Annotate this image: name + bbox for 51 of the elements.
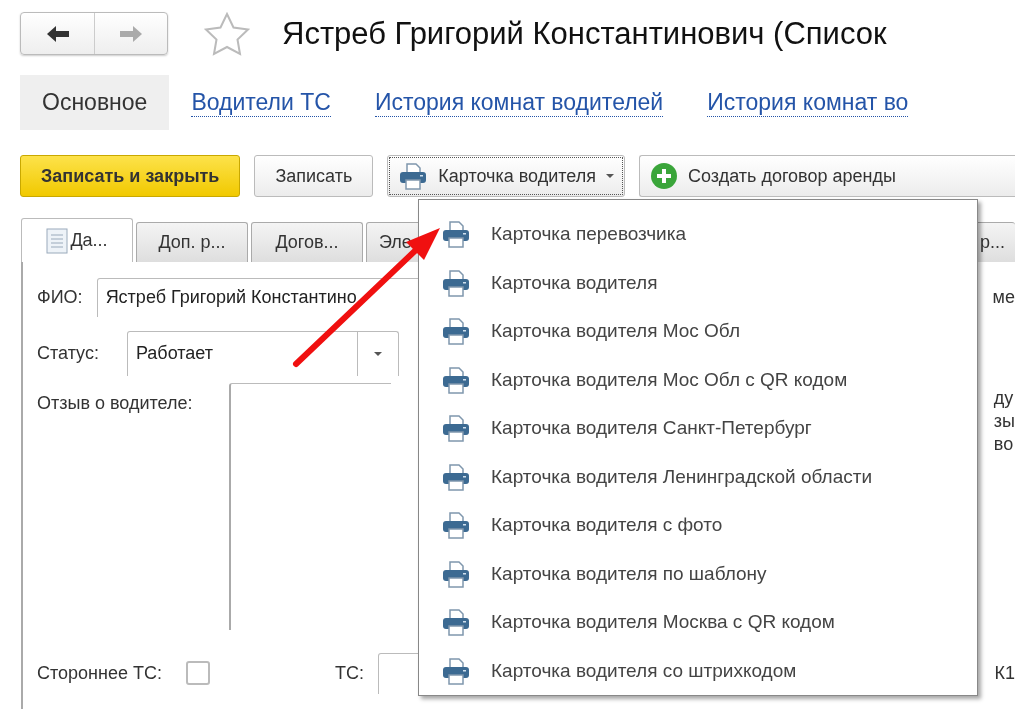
menu-item[interactable]: Карточка водителя с фото	[419, 501, 977, 550]
form-tab[interactable]: Догов...	[251, 222, 363, 262]
section-tab[interactable]: История комнат во	[685, 75, 931, 130]
printer-icon	[441, 510, 471, 541]
status-dropdown[interactable]: Работает	[126, 330, 399, 376]
document-icon	[46, 227, 69, 254]
review-textarea[interactable]	[228, 383, 391, 630]
cut-text: ду	[993, 387, 1015, 410]
printer-icon	[441, 413, 471, 444]
forward-arrow-icon	[119, 24, 143, 43]
menu-item[interactable]: Карточка водителя по шаблону	[419, 549, 977, 598]
checkbox[interactable]	[186, 661, 210, 685]
form-tab[interactable]: р...	[975, 222, 1015, 262]
cut-text: К1	[994, 662, 1015, 684]
toolbar-button[interactable]: Записать и закрыть	[20, 155, 241, 197]
field-label: ТС:	[335, 662, 364, 684]
printer-icon	[441, 219, 471, 250]
cut-text: во	[993, 433, 1015, 456]
caret-icon	[373, 351, 382, 356]
form-tab[interactable]: Да...	[21, 218, 133, 262]
menu-item[interactable]: Карточка водителя со штрихкодом	[419, 646, 977, 695]
menu-item[interactable]: Карточка водителя Санкт-Петербург	[419, 404, 977, 453]
cut-label: ме	[992, 286, 1015, 308]
printer-icon	[441, 558, 471, 589]
field-label: Стороннее ТС:	[37, 662, 162, 684]
field-label: Отзыв о водителе:	[37, 393, 193, 414]
toolbar-button[interactable]: Создать договор аренды	[639, 155, 1015, 197]
section-tab[interactable]: Основное	[20, 75, 170, 130]
menu-item[interactable]: Карточка водителя Мос Обл с QR кодом	[419, 355, 977, 404]
section-tab[interactable]: История комнат водителей	[352, 75, 686, 130]
section-tab[interactable]: Водители ТС	[169, 75, 353, 130]
caret-icon	[606, 174, 614, 178]
printer-icon	[441, 461, 471, 492]
back-arrow-icon	[45, 24, 70, 43]
menu-item[interactable]: Карточка водителя Ленинградской области	[419, 452, 977, 501]
printer-icon	[441, 267, 471, 298]
printer-icon	[441, 655, 471, 686]
form-tab[interactable]: Доп. р...	[136, 222, 248, 262]
printer-icon	[398, 161, 429, 191]
field-label: Статус:	[37, 342, 99, 364]
star-icon[interactable]	[204, 11, 250, 56]
menu-item[interactable]: Карточка водителя Москва с QR кодом	[419, 598, 977, 647]
plus-circle-icon	[650, 162, 678, 190]
field-label: ФИО:	[37, 286, 83, 308]
printer-icon	[441, 364, 471, 395]
toolbar-button[interactable]: Записать	[254, 155, 374, 197]
printer-icon	[441, 607, 471, 638]
printer-icon	[441, 316, 471, 347]
print-menu-button[interactable]: Карточка водителя	[387, 155, 625, 197]
cut-text: зы	[993, 410, 1015, 433]
window-title: Ястреб Григорий Константинович (Список	[282, 15, 887, 52]
